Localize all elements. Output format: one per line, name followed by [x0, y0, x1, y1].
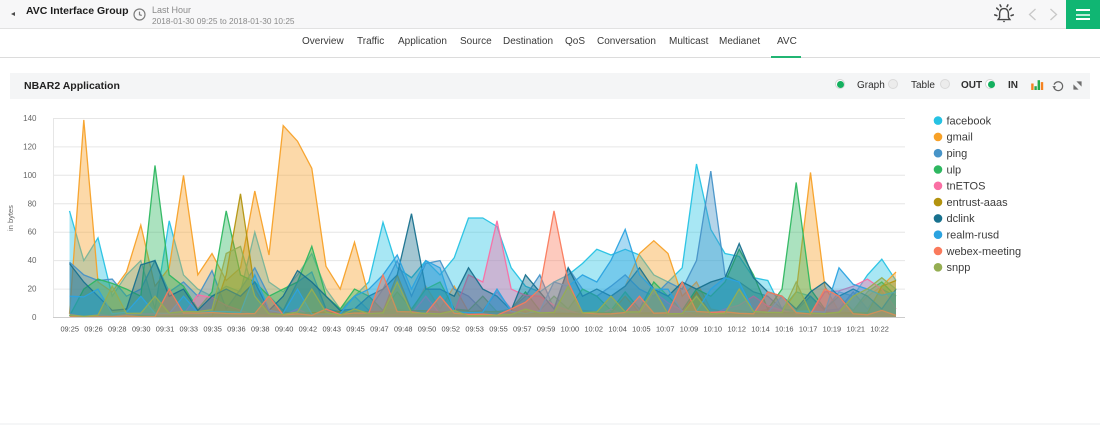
svg-text:40: 40: [28, 256, 37, 265]
svg-text:gmail: gmail: [947, 132, 973, 144]
svg-text:120: 120: [23, 142, 37, 151]
svg-text:09:45: 09:45: [346, 325, 365, 334]
svg-text:10:04: 10:04: [608, 325, 627, 334]
svg-text:realm-rusd: realm-rusd: [947, 230, 1000, 242]
svg-text:dclink: dclink: [947, 213, 976, 225]
svg-text:09:59: 09:59: [537, 325, 556, 334]
svg-text:10:17: 10:17: [799, 325, 818, 334]
svg-text:09:47: 09:47: [370, 325, 389, 334]
svg-text:ping: ping: [947, 148, 968, 160]
svg-text:10:16: 10:16: [775, 325, 794, 334]
svg-text:09:40: 09:40: [275, 325, 294, 334]
svg-text:09:57: 09:57: [513, 325, 532, 334]
svg-text:facebook: facebook: [947, 115, 992, 127]
svg-text:10:12: 10:12: [727, 325, 746, 334]
svg-text:09:33: 09:33: [180, 325, 199, 334]
svg-text:entrust-aaas: entrust-aaas: [947, 197, 1009, 209]
svg-text:ulp: ulp: [947, 164, 962, 176]
svg-text:10:10: 10:10: [704, 325, 723, 334]
svg-text:09:38: 09:38: [251, 325, 270, 334]
svg-text:09:30: 09:30: [132, 325, 151, 334]
svg-text:0: 0: [32, 313, 37, 322]
svg-text:09:52: 09:52: [442, 325, 461, 334]
svg-text:10:09: 10:09: [680, 325, 699, 334]
svg-text:10:00: 10:00: [561, 325, 580, 334]
svg-text:100: 100: [23, 171, 37, 180]
svg-text:webex-meeting: webex-meeting: [946, 246, 1022, 258]
svg-text:09:35: 09:35: [203, 325, 222, 334]
svg-text:09:26: 09:26: [84, 325, 103, 334]
svg-text:snpp: snpp: [947, 262, 971, 274]
svg-text:80: 80: [28, 199, 37, 208]
svg-text:09:25: 09:25: [60, 325, 79, 334]
svg-text:140: 140: [23, 114, 37, 123]
svg-text:09:53: 09:53: [465, 325, 484, 334]
svg-text:10:05: 10:05: [632, 325, 651, 334]
svg-text:in bytes: in bytes: [6, 205, 15, 231]
svg-text:09:36: 09:36: [227, 325, 246, 334]
svg-text:10:14: 10:14: [751, 325, 770, 334]
svg-text:09:28: 09:28: [108, 325, 127, 334]
svg-text:60: 60: [28, 228, 37, 237]
svg-text:10:02: 10:02: [584, 325, 603, 334]
svg-text:10:21: 10:21: [847, 325, 866, 334]
svg-text:10:07: 10:07: [656, 325, 675, 334]
svg-text:20: 20: [28, 285, 37, 294]
svg-text:09:31: 09:31: [156, 325, 175, 334]
svg-text:09:55: 09:55: [489, 325, 508, 334]
svg-text:09:43: 09:43: [322, 325, 341, 334]
svg-text:09:48: 09:48: [394, 325, 413, 334]
svg-text:tnETOS: tnETOS: [947, 181, 986, 193]
svg-text:10:19: 10:19: [823, 325, 842, 334]
svg-text:09:42: 09:42: [299, 325, 318, 334]
svg-text:10:22: 10:22: [870, 325, 889, 334]
svg-text:09:50: 09:50: [418, 325, 437, 334]
